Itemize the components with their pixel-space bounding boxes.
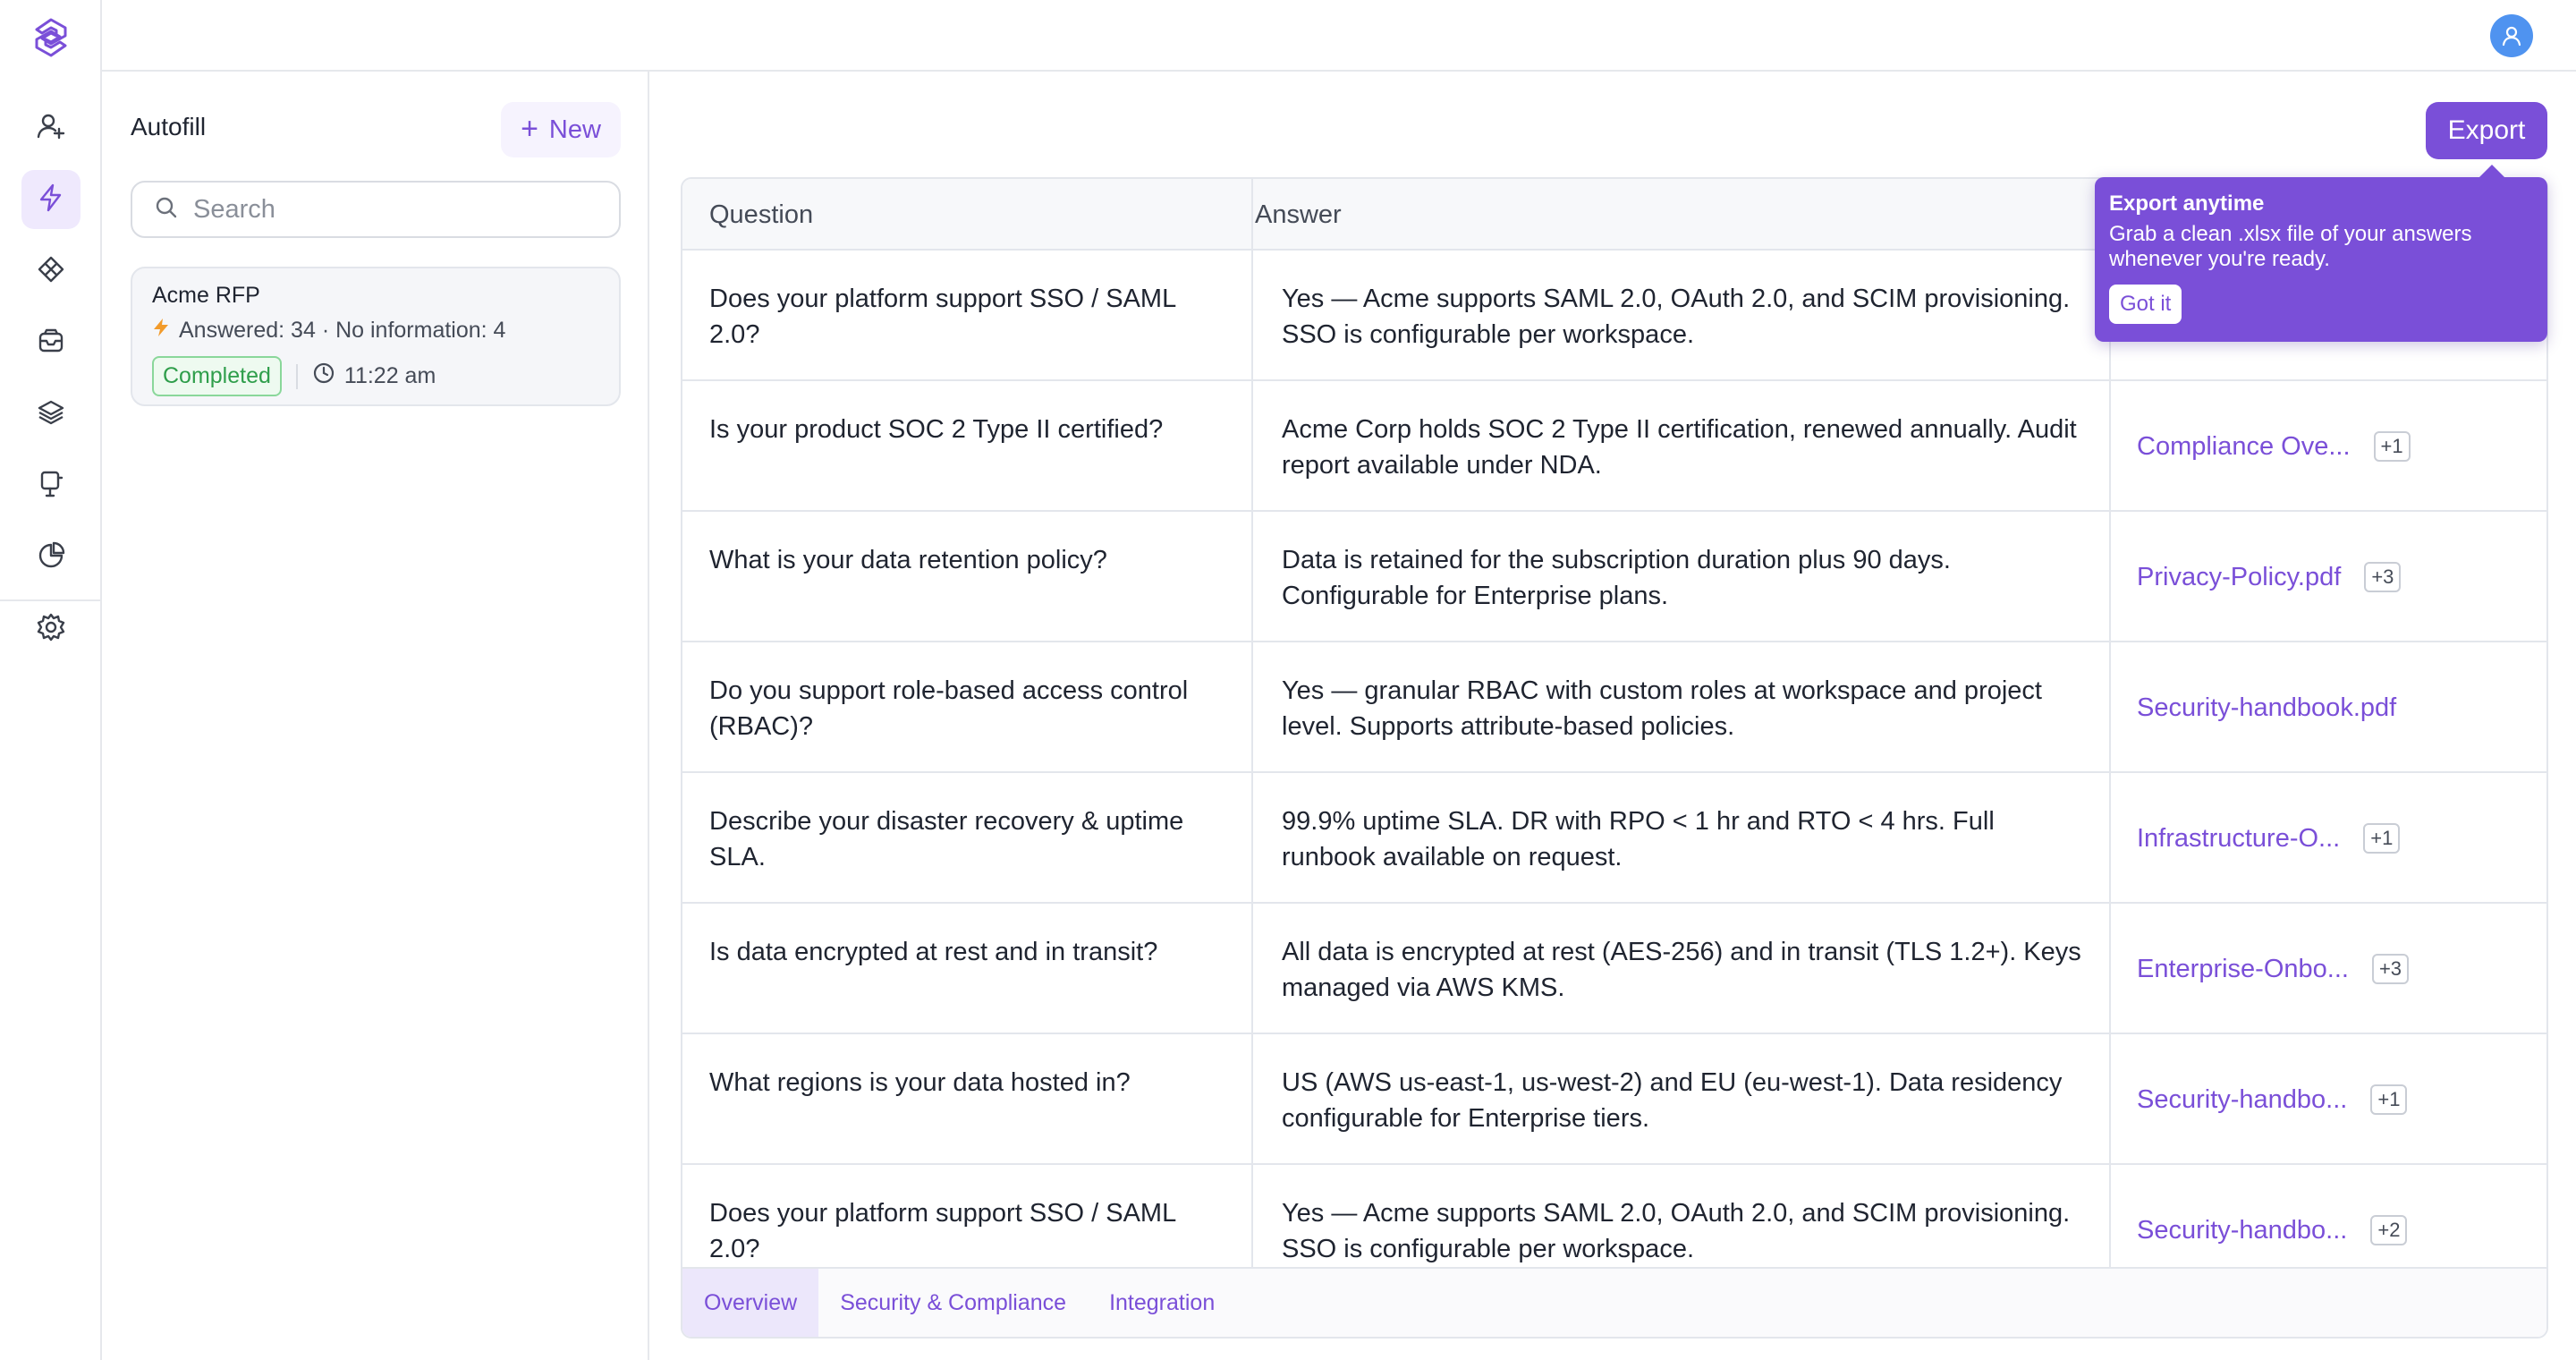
search-icon: [154, 195, 179, 225]
table-row[interactable]: Do you support role-based access control…: [682, 642, 2546, 773]
source-cell: Security-handbo... +1: [2137, 1034, 2408, 1165]
source-link[interactable]: Security-handbo...: [2137, 1216, 2347, 1245]
plus-icon: +: [521, 111, 538, 146]
more-sources-badge[interactable]: +1: [2370, 1084, 2408, 1115]
answers-table: Question Answer Does your platform suppo…: [681, 177, 2548, 1339]
bolt-filled-icon: [152, 318, 170, 344]
source-link[interactable]: Compliance Ove...: [2137, 432, 2351, 462]
bolt-icon: [36, 183, 66, 217]
column-header-question: Question: [709, 200, 814, 229]
card-title: Acme RFP: [152, 283, 260, 308]
tab-overview[interactable]: Overview: [682, 1269, 819, 1337]
answer-cell[interactable]: Acme Corp holds SOC 2 Type II certificat…: [1282, 412, 2087, 483]
question-cell: What regions is your data hosted in?: [709, 1068, 1131, 1097]
autofill-card[interactable]: Acme RFP Answered: 34 · No information: …: [131, 267, 621, 406]
card-meta: Answered: 34 · No information: 4: [152, 318, 599, 344]
card-time: 11:22 am: [312, 361, 436, 391]
panel-title: Autofill: [131, 113, 207, 140]
source-link[interactable]: Enterprise-Onbo...: [2137, 955, 2349, 984]
got-it-button[interactable]: Got it: [2109, 285, 2182, 324]
table-row[interactable]: Is data encrypted at rest and in transit…: [682, 904, 2546, 1034]
user-add-icon: [36, 111, 66, 146]
column-header-answer: Answer: [1255, 200, 1342, 229]
card-time-text: 11:22 am: [343, 363, 436, 388]
clock-icon: [312, 361, 335, 391]
presentation-icon: [36, 469, 66, 504]
question-cell: Do you support role-based access control…: [709, 676, 1189, 741]
rail-analytics[interactable]: [21, 528, 80, 587]
tab-security-compliance[interactable]: Security & Compliance: [818, 1269, 1088, 1337]
question-cell: Describe your disaster recovery & uptime…: [709, 807, 1184, 871]
answer-cell[interactable]: US (AWS us-east-1, us-west-2) and EU (eu…: [1282, 1065, 2087, 1136]
more-sources-badge[interactable]: +1: [2373, 431, 2411, 462]
brand-logo-icon[interactable]: [30, 16, 72, 59]
more-sources-badge[interactable]: +3: [2364, 562, 2402, 592]
source-link[interactable]: Security-handbook.pdf: [2137, 693, 2396, 723]
status-badge: Completed: [152, 356, 282, 396]
top-bar: [102, 0, 2576, 72]
export-tooltip: Export anytime Grab a clean .xlsx file o…: [2095, 165, 2547, 342]
question-cell: What is your data retention policy?: [709, 546, 1107, 574]
rail-knowledge[interactable]: [21, 385, 80, 444]
new-button-label: New: [548, 115, 601, 144]
source-link[interactable]: Security-handbo...: [2137, 1085, 2347, 1115]
question-cell: Is data encrypted at rest and in transit…: [709, 938, 1158, 966]
left-nav-rail: [0, 0, 102, 1360]
answer-cell[interactable]: Yes — Acme supports SAML 2.0, OAuth 2.0,…: [1282, 1195, 2087, 1267]
answer-cell[interactable]: Yes — Acme supports SAML 2.0, OAuth 2.0,…: [1282, 281, 2087, 353]
table-row[interactable]: What is your data retention policy? Data …: [682, 512, 2546, 642]
search-input[interactable]: [193, 194, 587, 225]
divider: [295, 363, 298, 389]
export-button[interactable]: Export: [2426, 102, 2547, 159]
new-button[interactable]: + New: [501, 102, 621, 157]
pie-chart-icon: [36, 540, 66, 575]
rail-settings[interactable]: [21, 599, 80, 659]
question-cell: Does your platform support SSO / SAML 2.…: [709, 285, 1176, 349]
search-box[interactable]: [131, 181, 621, 238]
more-sources-badge[interactable]: +2: [2370, 1215, 2408, 1245]
inbox-icon: [36, 326, 66, 361]
source-cell: Compliance Ove... +1: [2137, 381, 2411, 512]
sheet-tabs: Overview Security & Compliance Integrati…: [682, 1267, 2546, 1337]
source-link[interactable]: Infrastructure-O...: [2137, 824, 2340, 854]
rail-inbox[interactable]: [21, 313, 80, 372]
answer-cell[interactable]: Data is retained for the subscription du…: [1282, 542, 2087, 614]
rail-autofill[interactable]: [21, 170, 80, 229]
grid-diamond-icon: [36, 254, 66, 289]
table-row[interactable]: Is your product SOC 2 Type II certified?…: [682, 381, 2546, 512]
tab-integration[interactable]: Integration: [1088, 1269, 1236, 1337]
rail-presentations[interactable]: [21, 456, 80, 515]
more-sources-badge[interactable]: +3: [2371, 954, 2410, 984]
more-sources-badge[interactable]: +1: [2363, 823, 2401, 854]
question-cell: Is your product SOC 2 Type II certified?: [709, 415, 1164, 444]
card-meta-text: Answered: 34 · No information: 4: [179, 318, 506, 343]
layers-icon: [36, 397, 66, 432]
tooltip-body: Grab a clean .xlsx file of your answers …: [2109, 222, 2472, 271]
card-status-row: Completed 11:22 am: [152, 356, 599, 396]
source-cell: Privacy-Policy.pdf +3: [2137, 512, 2402, 642]
answer-cell[interactable]: All data is encrypted at rest (AES-256) …: [1282, 934, 2087, 1006]
autofill-panel: Autofill + New Acme RFP Answered: 34 · N…: [102, 72, 649, 1360]
source-cell: Security-handbook.pdf: [2137, 642, 2396, 773]
answer-cell[interactable]: Yes — granular RBAC with custom roles at…: [1282, 673, 2087, 744]
answer-cell[interactable]: 99.9% uptime SLA. DR with RPO < 1 hr and…: [1282, 803, 2087, 875]
source-cell: Infrastructure-O... +1: [2137, 773, 2401, 904]
table-row[interactable]: What regions is your data hosted in? US (…: [682, 1034, 2546, 1165]
table-row[interactable]: Describe your disaster recovery & uptime…: [682, 773, 2546, 904]
gear-icon: [36, 612, 66, 647]
rail-integrations[interactable]: [21, 242, 80, 301]
rail-contacts[interactable]: [21, 98, 80, 157]
user-avatar-icon[interactable]: [2490, 14, 2533, 57]
tooltip-title: Export anytime: [2109, 191, 2265, 216]
question-cell: Does your platform support SSO / SAML 2.…: [709, 1199, 1176, 1263]
source-cell: Enterprise-Onbo... +3: [2137, 904, 2410, 1034]
source-link[interactable]: Privacy-Policy.pdf: [2137, 563, 2341, 592]
